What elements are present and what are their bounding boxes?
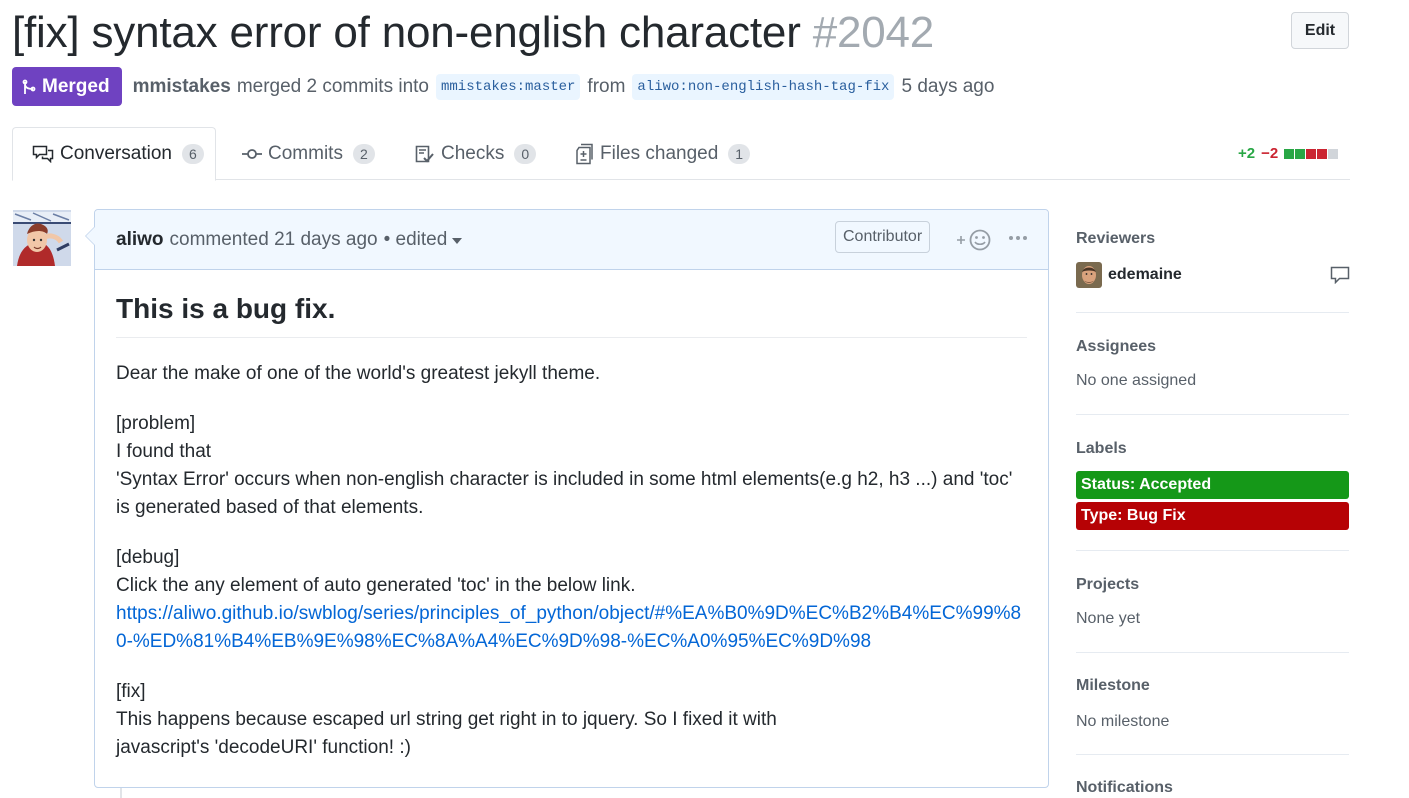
notifications-heading: Notifications <box>1076 779 1173 796</box>
milestone-section: Milestone No milestone <box>1076 653 1349 755</box>
tab-checks[interactable]: Checks 0 <box>415 127 537 180</box>
fix-paragraph: [fix] This happens because escaped url s… <box>116 678 1027 762</box>
head-branch[interactable]: aliwo:non-english-hash-tag-fix <box>632 73 895 100</box>
edit-button[interactable]: Edit <box>1291 12 1349 49</box>
checklist-icon <box>415 145 435 163</box>
merge-time: 5 days ago <box>901 75 995 97</box>
diffstat-block <box>1295 148 1306 159</box>
chevron-down-icon <box>452 237 463 244</box>
tab-counter: 1 <box>728 143 751 164</box>
notifications-section: Notifications <box>1076 755 1349 797</box>
fix-line: javascript's 'decodeURI' function! :) <box>116 737 411 758</box>
reviewers-heading[interactable]: Reviewers <box>1076 230 1349 248</box>
comment-intro: Dear the make of one of the world's grea… <box>116 363 601 384</box>
git-merge-icon <box>22 79 36 94</box>
assignees-section: Assignees No one assigned <box>1076 313 1349 415</box>
edited-dropdown[interactable]: • edited <box>384 229 463 251</box>
comment-time[interactable]: 21 days ago <box>274 229 378 251</box>
add-reaction-button[interactable] <box>955 228 993 252</box>
tab-label: Files changed <box>600 142 719 164</box>
merge-action-text: merged 2 commits into <box>236 75 429 97</box>
assignees-value: No one assigned <box>1076 372 1197 389</box>
projects-value: None yet <box>1076 610 1141 627</box>
label-bug-fix[interactable]: Type: Bug Fix <box>1076 502 1349 530</box>
milestone-value: No milestone <box>1076 713 1170 730</box>
git-commit-icon <box>242 147 262 161</box>
fix-line: This happens because escaped url string … <box>116 709 777 730</box>
debug-link[interactable]: https://aliwo.github.io/swblog/series/pr… <box>116 603 1021 652</box>
projects-section: Projects None yet <box>1076 551 1349 653</box>
pr-status-line: Merged mmistakes merged 2 commits into m… <box>12 67 995 106</box>
diffstat-additions: +2 <box>1238 145 1256 162</box>
tab-commits[interactable]: Commits 2 <box>242 127 375 180</box>
reviewer-item[interactable]: edemaine <box>1076 262 1349 288</box>
milestone-heading[interactable]: Milestone <box>1076 677 1349 695</box>
tab-label: Commits <box>268 142 343 164</box>
timeline-line <box>120 788 122 798</box>
comment-header: aliwo commented 21 days ago • edited Con… <box>95 210 1048 270</box>
smiley-plus-icon <box>957 229 991 251</box>
projects-heading[interactable]: Projects <box>1076 576 1349 594</box>
tab-files-changed[interactable]: Files changed 1 <box>576 127 751 180</box>
labels-heading[interactable]: Labels <box>1076 440 1349 458</box>
tab-label: Checks <box>441 142 505 164</box>
merger-link[interactable]: mmistakes <box>133 76 231 98</box>
reviewers-section: Reviewers edemaine <box>1076 220 1350 313</box>
debug-instruction: Click the any element of auto generated … <box>116 575 636 596</box>
labels-section: Labels Status: Accepted Type: Bug Fix <box>1076 415 1349 551</box>
tab-conversation[interactable]: Conversation 6 <box>12 127 216 181</box>
tab-counter: 2 <box>352 143 375 164</box>
tab-counter: 6 <box>181 144 204 164</box>
comment-author-link[interactable]: aliwo <box>116 229 164 251</box>
merged-badge-label: Merged <box>42 75 110 97</box>
diffstat-deletions: −2 <box>1261 145 1279 162</box>
assignees-heading[interactable]: Assignees <box>1076 338 1349 356</box>
diffstat-block <box>1317 148 1328 159</box>
sidebar: Reviewers edemaine Assignees No one assi… <box>1076 220 1350 797</box>
from-text: from <box>587 75 626 97</box>
fix-tag: [fix] <box>116 681 146 702</box>
debug-tag: [debug] <box>116 547 180 568</box>
pr-title-text: [fix] syntax error of non-english charac… <box>12 8 801 57</box>
reviewer-avatar <box>1076 262 1102 288</box>
base-branch[interactable]: mmistakes:master <box>436 73 581 100</box>
comment-discussion-icon <box>32 145 54 163</box>
more-options-icon[interactable] <box>1009 236 1030 240</box>
comment-heading: This is a bug fix. <box>116 289 1027 338</box>
pr-title: [fix] syntax error of non-english charac… <box>12 8 934 58</box>
diffstat-block <box>1328 148 1339 159</box>
diffstat-block <box>1284 148 1295 159</box>
reviewer-name: edemaine <box>1108 266 1182 283</box>
diffstat: +2 −2 <box>1238 145 1339 162</box>
comment-body: This is a bug fix. Dear the make of one … <box>95 270 1048 762</box>
problem-description: 'Syntax Error' occurs when non-english c… <box>116 469 1013 518</box>
label-status-accepted[interactable]: Status: Accepted <box>1076 471 1349 499</box>
commenter-avatar[interactable] <box>13 210 71 266</box>
merged-badge: Merged <box>12 67 122 106</box>
tab-label: Conversation <box>60 143 172 164</box>
tab-counter: 0 <box>514 143 537 164</box>
labels-list: Status: Accepted Type: Bug Fix <box>1076 471 1349 530</box>
diff-icon <box>576 143 594 165</box>
problem-line: I found that <box>116 441 212 462</box>
contributor-badge: Contributor <box>835 221 931 253</box>
diffstat-block <box>1306 148 1317 159</box>
problem-tag: [problem] <box>116 413 196 434</box>
problem-paragraph: [problem] I found that 'Syntax Error' oc… <box>116 410 1027 522</box>
pr-number: #2042 <box>812 8 935 57</box>
edited-label: • edited <box>383 228 448 250</box>
comment-box: aliwo commented 21 days ago • edited Con… <box>94 209 1049 788</box>
comment-review-icon <box>1330 266 1350 289</box>
pr-tabs: Conversation 6 Commits 2 Checks 0 Files … <box>12 127 1350 181</box>
debug-paragraph: [debug] Click the any element of auto ge… <box>116 544 1027 656</box>
comment-action: commented <box>169 228 269 250</box>
comment-arrow-inner <box>86 227 95 245</box>
